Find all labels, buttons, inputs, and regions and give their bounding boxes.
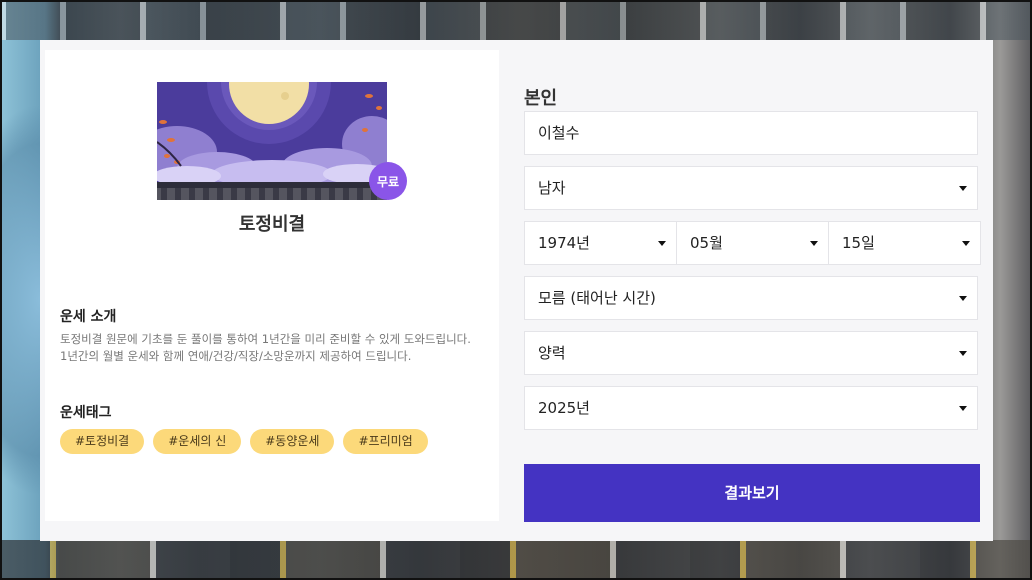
gender-select[interactable]: 남자 [524,166,978,210]
section-label: 본인 [524,88,558,109]
view-result-button[interactable]: 결과보기 [524,464,980,522]
calendar-type-select[interactable]: 양력 [524,331,978,375]
intro-text: 토정비결 원문에 기초를 둔 풀이를 통하여 1년간을 미리 준비할 수 있게 … [60,331,485,365]
birth-date-row: 1974년 05월 15일 [524,221,981,266]
target-year-select[interactable]: 2025년 [524,386,978,430]
birth-time-select[interactable]: 모름 (태어난 시간) [524,276,978,320]
birth-month-select[interactable]: 05월 [676,221,829,265]
birth-day-select[interactable]: 15일 [828,221,981,265]
intro-line-1: 토정비결 원문에 기초를 둔 풀이를 통하여 1년간을 미리 준비할 수 있게 … [60,332,471,346]
full-moon-illustration [157,82,387,200]
tag-item[interactable]: #운세의 신 [153,429,242,454]
tag-item[interactable]: #토정비결 [60,429,145,454]
tags-heading: 운세태그 [60,405,112,421]
birth-year-select[interactable]: 1974년 [524,221,677,265]
fortune-card: 무료 토정비결 운세 소개 토정비결 원문에 기초를 둔 풀이를 통하여 1년간… [40,40,993,541]
free-badge: 무료 [369,162,407,200]
tag-list: #토정비결 #운세의 신 #동양운세 #프리미엄 [60,429,428,454]
product-title: 토정비결 [238,214,306,235]
product-info-panel: 무료 토정비결 운세 소개 토정비결 원문에 기초를 둔 풀이를 통하여 1년간… [45,50,499,521]
intro-heading: 운세 소개 [60,309,117,325]
name-input[interactable]: 이철수 [524,111,978,155]
tag-item[interactable]: #프리미엄 [343,429,428,454]
tag-item[interactable]: #동양운세 [250,429,335,454]
intro-line-2: 1년간의 월별 운세와 함께 연애/건강/직장/소망운까지 제공하여 드립니다. [60,349,412,363]
product-banner-image [157,82,387,200]
